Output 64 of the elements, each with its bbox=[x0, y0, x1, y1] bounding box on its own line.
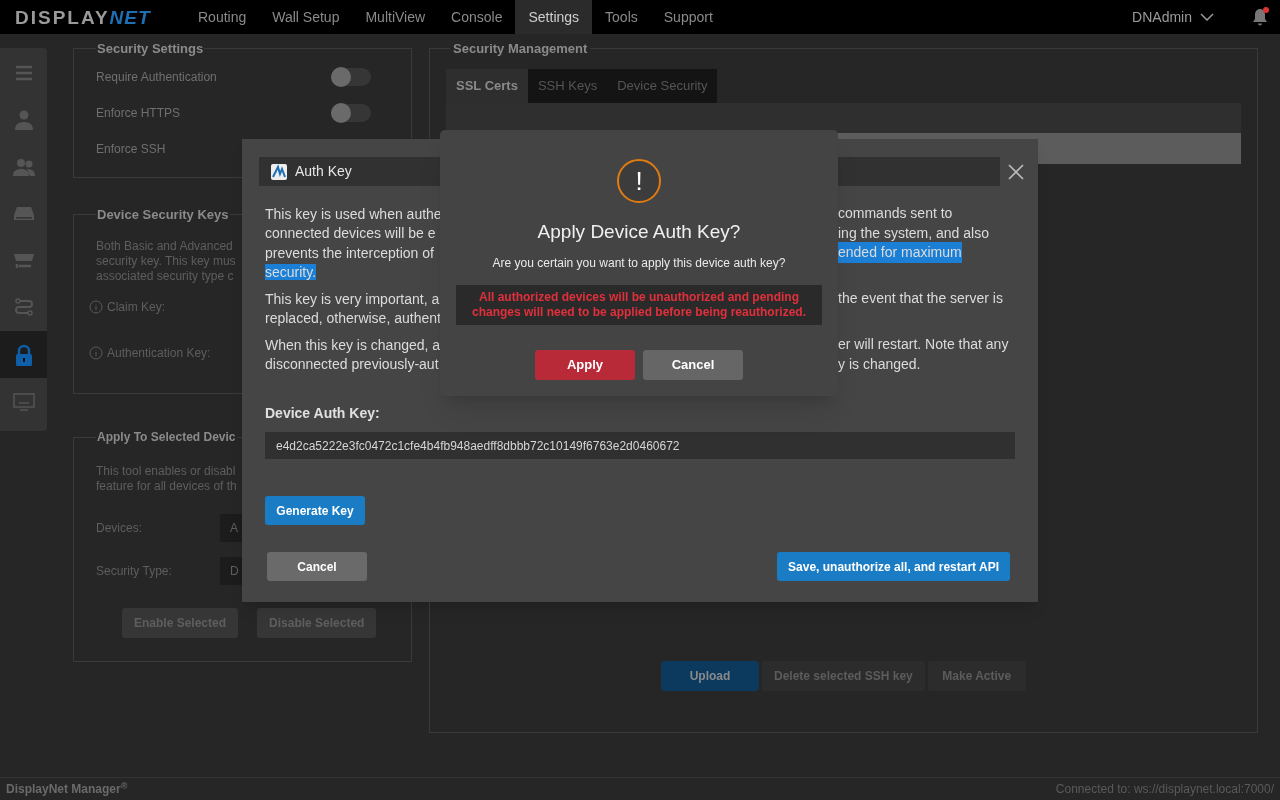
close-icon bbox=[1008, 163, 1024, 180]
dialog-text: security. bbox=[265, 264, 317, 281]
info-icon bbox=[89, 299, 103, 314]
cancel-button[interactable]: Cancel bbox=[643, 349, 743, 380]
dialog-text: disconnected previously-aut bbox=[265, 356, 439, 373]
field-label: Security Type: bbox=[96, 563, 173, 580]
dialog-text: When this key is changed, a bbox=[265, 336, 441, 353]
chevron-down-icon bbox=[1200, 13, 1214, 21]
field-label: Devices: bbox=[96, 520, 143, 537]
sidebar-item[interactable] bbox=[0, 331, 47, 378]
toggle-switch[interactable] bbox=[331, 67, 371, 86]
logo-text: NET bbox=[109, 7, 151, 27]
confirm-title: Apply Device Auth Key? bbox=[537, 220, 741, 244]
section-title: Security Settings bbox=[96, 40, 205, 58]
app-logo-icon bbox=[271, 163, 287, 180]
field-label: Authentication Key: bbox=[107, 344, 211, 362]
save-button[interactable]: Save, unauthorize all, and restart API bbox=[777, 552, 1010, 581]
dialog-text: This key is very important, a bbox=[265, 290, 440, 307]
user-icon bbox=[12, 108, 35, 131]
dialog-text: connected devices will be e bbox=[265, 225, 436, 242]
nav-tab[interactable]: Support bbox=[650, 0, 726, 34]
apply-button[interactable]: Apply bbox=[535, 349, 635, 380]
tab[interactable]: SSL Certs bbox=[446, 68, 528, 103]
dialog-text: ing the system, and also bbox=[838, 223, 989, 243]
user-menu[interactable]: DNAdmin bbox=[1132, 6, 1214, 28]
logo-text: DISPLAY bbox=[15, 7, 110, 27]
dialog-text: This key is used when authe bbox=[265, 205, 442, 222]
dialog-text: y is changed. bbox=[838, 354, 921, 374]
toggle-label: Enforce SSH bbox=[96, 140, 166, 158]
nav-tab[interactable]: Console bbox=[438, 0, 516, 34]
dialog-text: replaced, otherwise, authent bbox=[265, 310, 441, 327]
description-text: Both Basic and Advanced bbox=[96, 238, 233, 254]
description-text: This tool enables or disabl bbox=[96, 464, 236, 479]
nav-tab[interactable]: Routing bbox=[185, 0, 260, 34]
section-title: Security Management bbox=[452, 40, 589, 58]
nav-tab[interactable]: Tools bbox=[592, 0, 651, 34]
monitor-icon bbox=[12, 390, 35, 413]
nav-tab[interactable]: Settings bbox=[515, 0, 593, 34]
toggle-switch[interactable] bbox=[331, 103, 371, 122]
dialog-text: commands sent to bbox=[838, 204, 953, 224]
dialog-text: prevents the interception of bbox=[265, 244, 434, 261]
dialog-text: er will restart. Note that any bbox=[838, 335, 1009, 355]
dialog-title: Auth Key bbox=[295, 162, 352, 181]
dialog-text: the event that the server is bbox=[838, 289, 1003, 309]
nav-tab[interactable]: Wall Setup bbox=[259, 0, 353, 34]
bell-icon[interactable] bbox=[1250, 7, 1270, 27]
key-field[interactable]: e4d2ca5222e3fc0472c1cfe4b4fb948aedff8dbbb72c10149f6763e2d0460672 bbox=[265, 432, 1015, 459]
nav-tab[interactable]: MultiView bbox=[352, 0, 439, 34]
warning-icon: ! bbox=[617, 159, 661, 203]
section-title: Device Security Keys bbox=[96, 206, 230, 224]
info-icon bbox=[89, 345, 103, 360]
toggle-label: Enforce HTTPS bbox=[96, 104, 181, 122]
cancel-button[interactable]: Cancel bbox=[267, 552, 367, 581]
action-button[interactable]: Upload bbox=[661, 660, 759, 691]
toggle-label: Require Authentication bbox=[96, 68, 217, 86]
warning-message: All authorized devices will be unauthorized and pending changes will need to be applied before being reauthorized. bbox=[456, 284, 822, 325]
dialog-text: ended for maximum bbox=[838, 242, 962, 264]
field-label: Device Auth Key: bbox=[265, 404, 381, 423]
app-name: DisplayNet Manager$^{®}$ bbox=[6, 780, 128, 798]
generate-key-button[interactable]: Generate Key bbox=[265, 496, 365, 525]
confirm-message: Are you certain you want to apply this device auth key? bbox=[492, 254, 786, 272]
field-label: Claim Key: bbox=[107, 298, 165, 316]
route-icon bbox=[12, 296, 35, 319]
section-title: Apply To Selected Devic bbox=[96, 429, 237, 446]
